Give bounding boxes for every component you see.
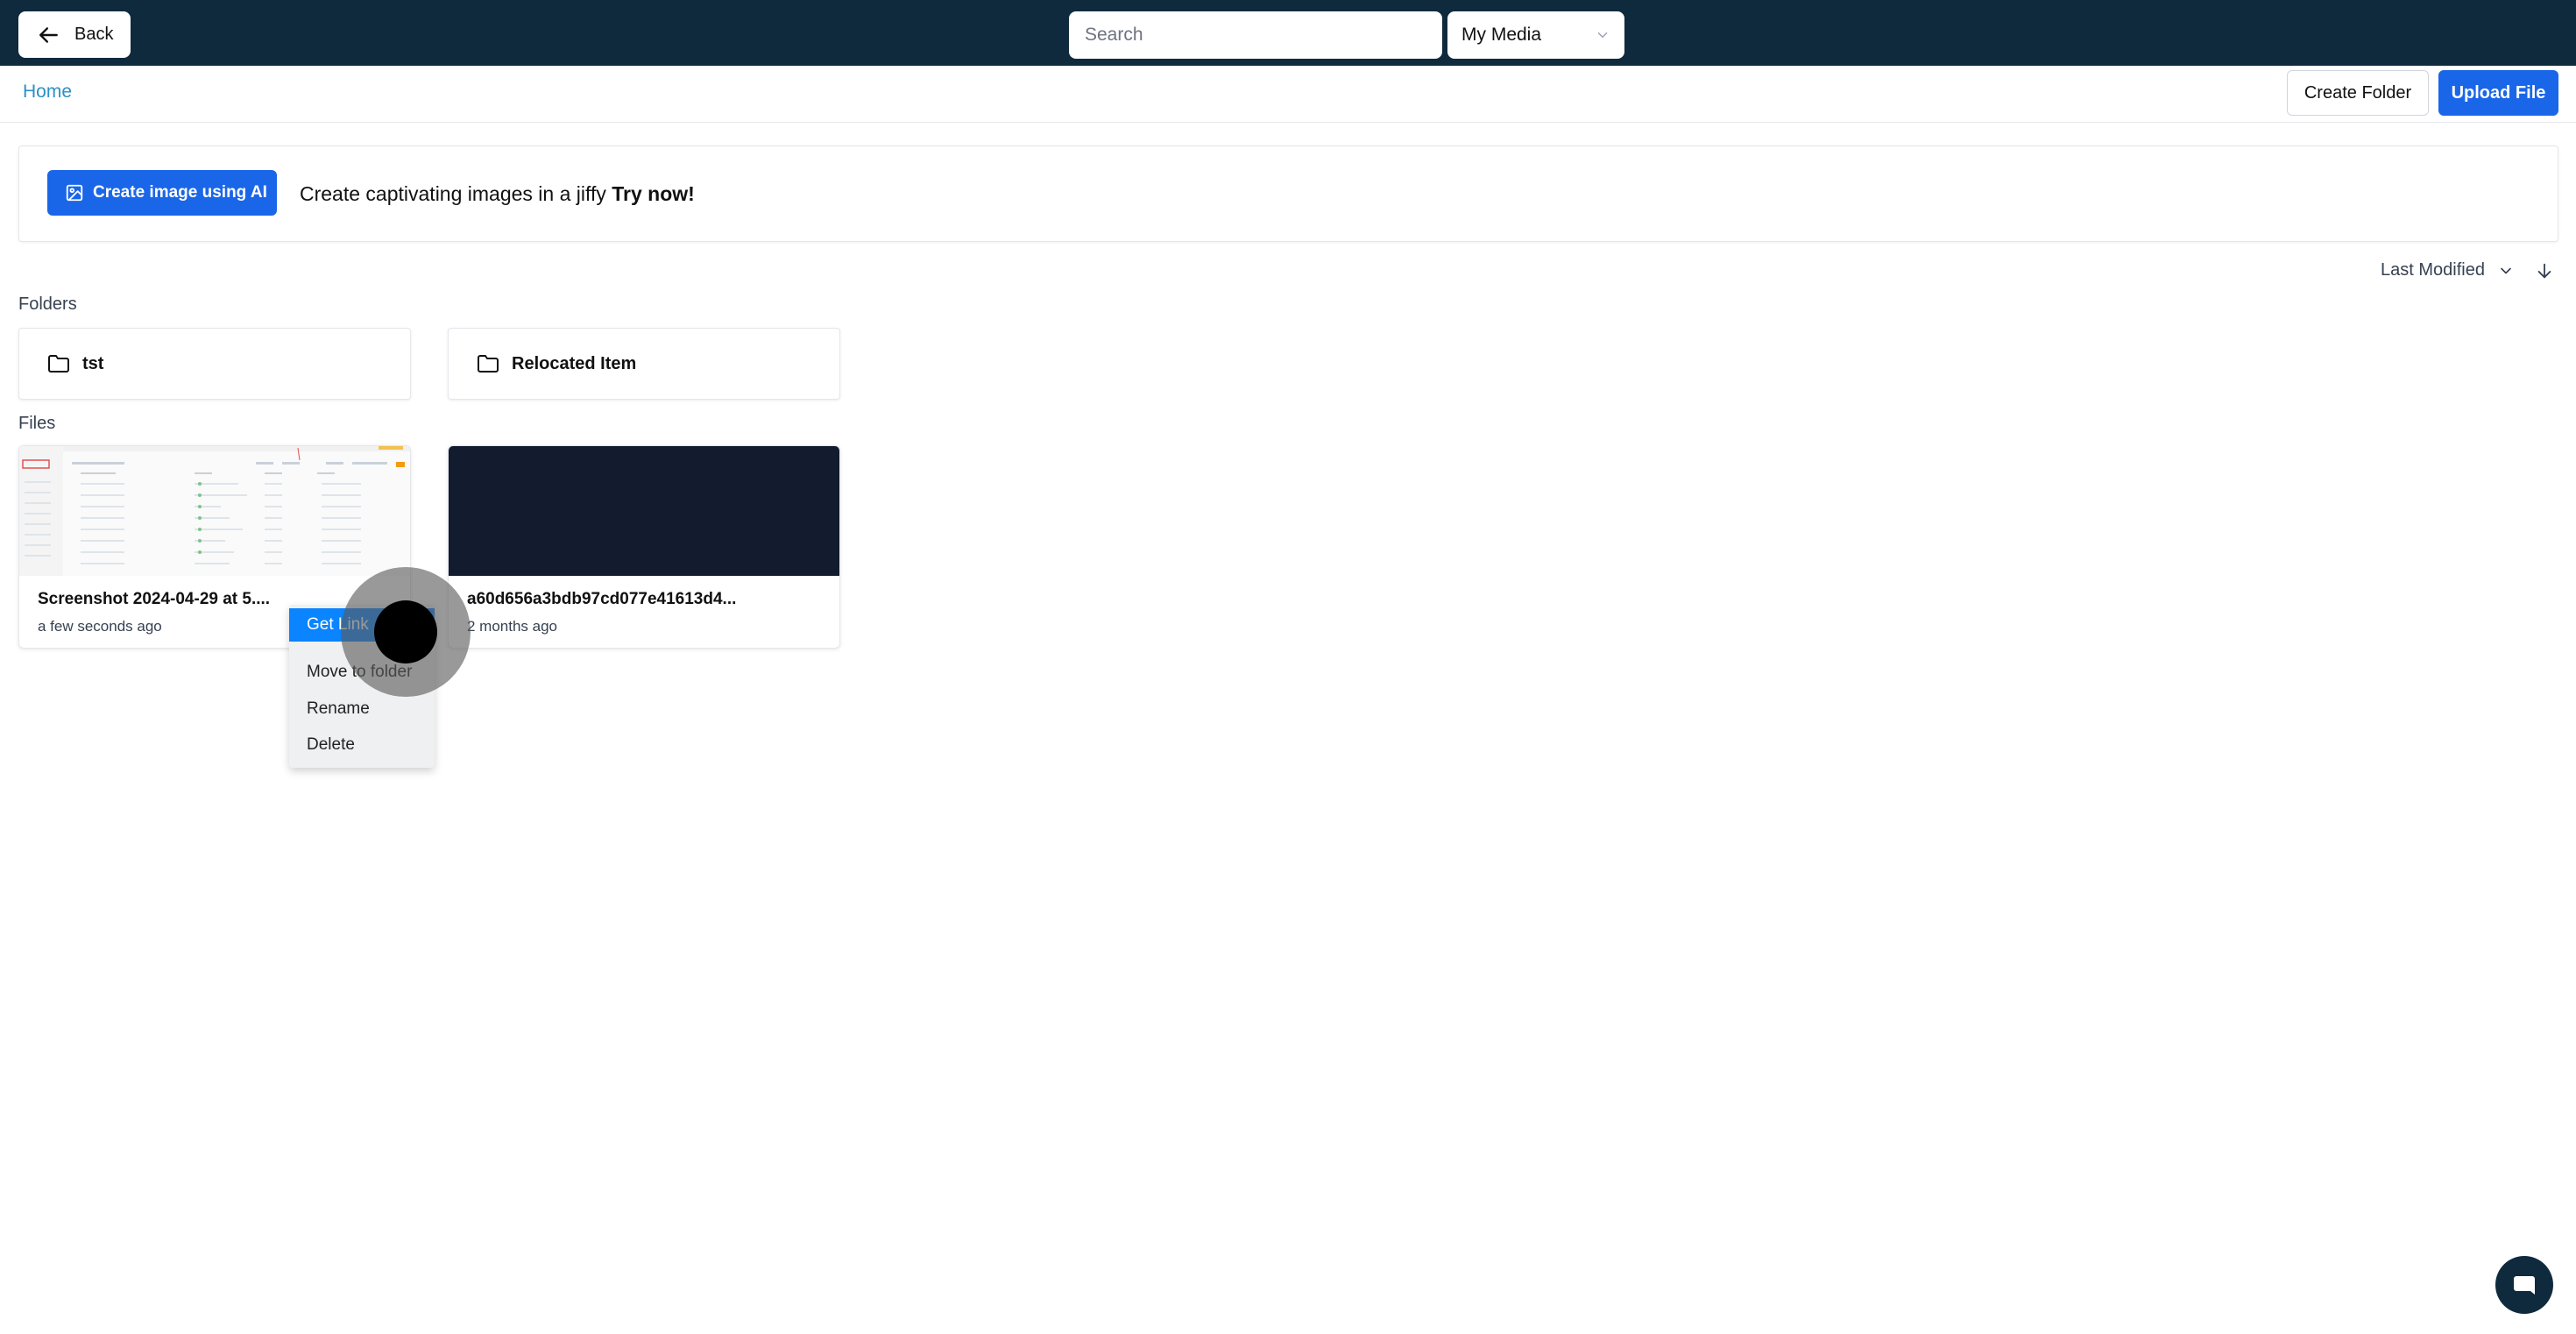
breadcrumb-bar: Home Create Folder Upload File — [0, 66, 2576, 123]
back-button[interactable]: Back — [18, 11, 131, 58]
file-modified-time: a few seconds ago — [38, 618, 162, 635]
file-thumbnail — [449, 446, 839, 576]
folder-icon — [478, 355, 499, 373]
media-select[interactable]: My Media — [1447, 11, 1624, 59]
menu-item-rename[interactable]: Rename — [289, 692, 435, 726]
breadcrumb-home-link[interactable]: Home — [23, 82, 72, 103]
sort-label: Last Modified — [2381, 260, 2485, 280]
arrow-down-icon[interactable] — [2535, 261, 2554, 280]
create-image-ai-label: Create image using AI — [93, 183, 267, 202]
file-modified-time: 2 months ago — [467, 618, 558, 635]
folders-heading: Folders — [18, 294, 77, 314]
ai-banner-text: Create captivating images in a jiffy Try… — [300, 182, 695, 206]
ai-banner-message: Create captivating images in a jiffy — [300, 182, 606, 205]
sort-dropdown[interactable]: Last Modified — [2381, 260, 2515, 280]
folder-name: tst — [82, 353, 104, 373]
create-folder-button[interactable]: Create Folder — [2287, 70, 2429, 116]
file-name: Screenshot 2024-04-29 at 5.... — [38, 590, 271, 608]
create-image-ai-button[interactable]: Create image using AI — [47, 170, 277, 216]
folder-icon — [48, 355, 69, 373]
chat-widget-button[interactable] — [2495, 1256, 2553, 1314]
file-name: a60d656a3bdb97cd077e41613d4... — [467, 590, 737, 608]
upload-file-button[interactable]: Upload File — [2438, 70, 2558, 116]
files-heading: Files — [18, 414, 56, 433]
cursor-indicator — [374, 600, 437, 663]
folder-card[interactable]: Relocated Item — [448, 328, 840, 400]
file-card[interactable]: a60d656a3bdb97cd077e41613d4... 2 months … — [448, 445, 840, 649]
back-button-label: Back — [74, 25, 114, 44]
arrow-left-icon — [39, 26, 58, 43]
folder-card[interactable]: tst — [18, 328, 411, 400]
ai-banner-cta[interactable]: Try now! — [612, 182, 695, 205]
media-select-value: My Media — [1461, 25, 1542, 45]
top-bar: Back My Media — [0, 0, 2576, 66]
chevron-down-icon — [1597, 32, 1608, 38]
chevron-down-icon — [2501, 267, 2511, 273]
ai-banner: Create image using AI Create captivating… — [18, 145, 2558, 242]
search-input[interactable] — [1069, 11, 1442, 59]
menu-item-delete[interactable]: Delete — [289, 728, 435, 762]
chat-icon — [2514, 1276, 2535, 1295]
folder-name: Relocated Item — [512, 353, 637, 373]
image-icon — [66, 184, 83, 202]
file-thumbnail — [19, 446, 410, 576]
